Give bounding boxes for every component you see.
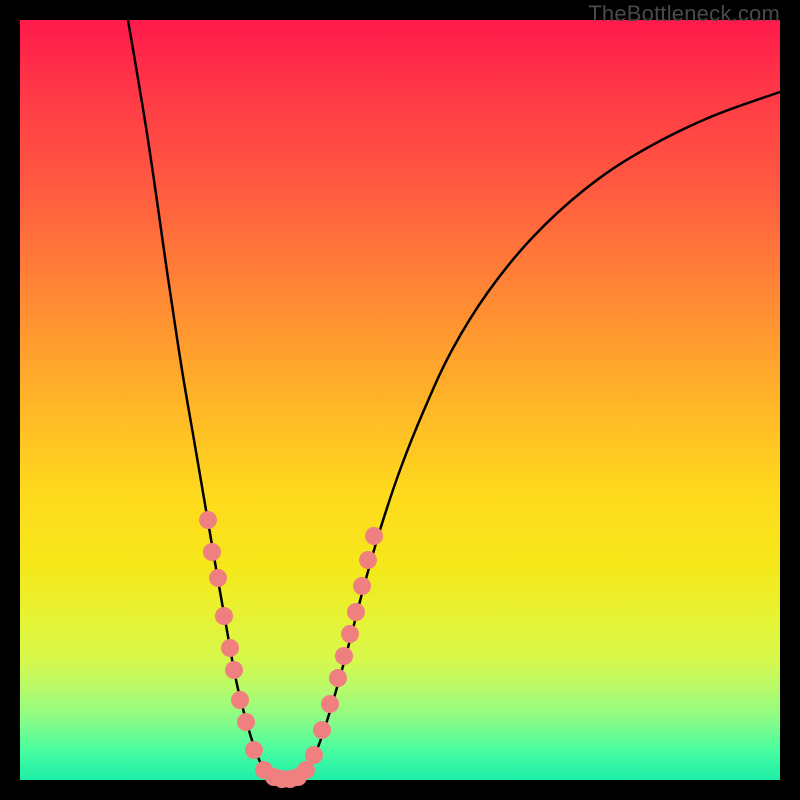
data-dot bbox=[203, 543, 221, 561]
bottleneck-curve-right bbox=[286, 92, 780, 779]
data-dot bbox=[329, 669, 347, 687]
data-dot bbox=[321, 695, 339, 713]
data-dot bbox=[199, 511, 217, 529]
data-dot bbox=[237, 713, 255, 731]
data-dot bbox=[365, 527, 383, 545]
bottleneck-curve-left bbox=[128, 20, 286, 779]
data-dot bbox=[347, 603, 365, 621]
data-dot bbox=[245, 741, 263, 759]
data-dot bbox=[305, 746, 323, 764]
chart-gradient-background: TheBottleneck.com bbox=[20, 20, 780, 780]
chart-svg bbox=[20, 20, 780, 780]
data-dot bbox=[341, 625, 359, 643]
data-dots-group bbox=[199, 511, 383, 788]
data-dot bbox=[231, 691, 249, 709]
data-dot bbox=[209, 569, 227, 587]
data-dot bbox=[359, 551, 377, 569]
data-dot bbox=[335, 647, 353, 665]
data-dot bbox=[353, 577, 371, 595]
data-dot bbox=[313, 721, 331, 739]
data-dot bbox=[221, 639, 239, 657]
data-dot bbox=[225, 661, 243, 679]
data-dot bbox=[215, 607, 233, 625]
chart-frame: TheBottleneck.com bbox=[0, 0, 800, 800]
